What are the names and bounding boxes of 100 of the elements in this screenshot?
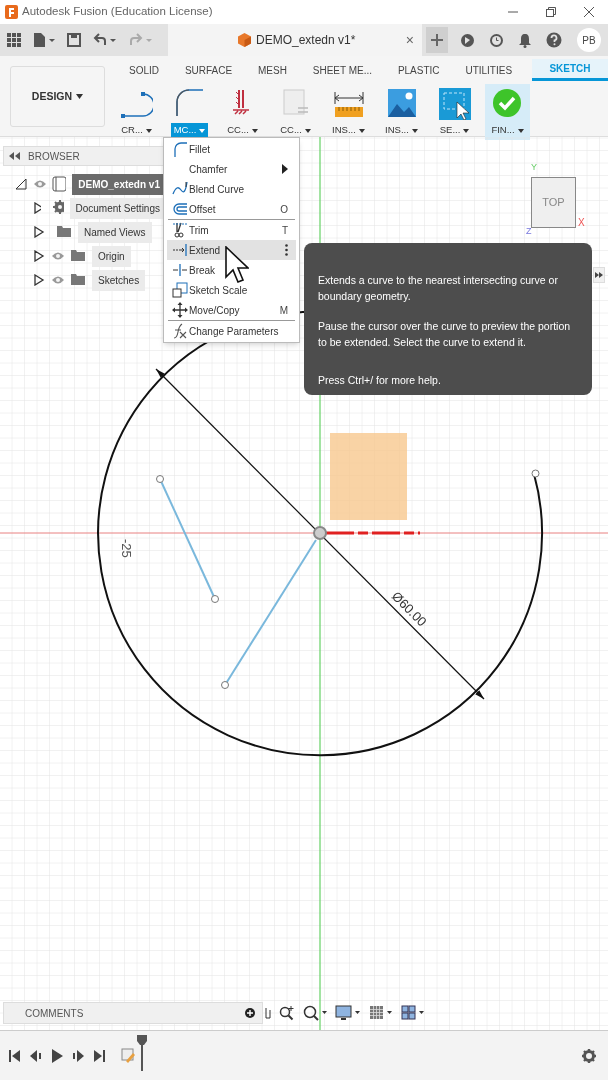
next-frame-icon[interactable]	[72, 1049, 84, 1062]
plus-icon	[431, 34, 443, 46]
offset-icon	[172, 201, 188, 217]
ribbon-tool[interactable]: CC...	[273, 84, 318, 140]
grid-icon[interactable]	[369, 1005, 393, 1021]
caret-icon	[251, 128, 258, 133]
menu-item[interactable]: Offset O	[167, 199, 296, 219]
undo-icon[interactable]	[93, 33, 117, 47]
z-axis-label: Z	[526, 225, 532, 238]
menu-item[interactable]: Fillet	[167, 139, 296, 159]
play-icon[interactable]	[51, 1048, 63, 1063]
expand-triangle-icon[interactable]	[34, 226, 45, 238]
caret-icon	[463, 128, 470, 133]
fillet-icon	[172, 141, 188, 157]
close-icon[interactable]	[583, 6, 595, 18]
document-tab[interactable]: DEMO_extedn v1* ×	[168, 24, 422, 56]
move-icon	[172, 302, 188, 318]
shortcut-text: T	[281, 223, 288, 238]
dimension-line[interactable]	[155, 368, 485, 700]
window-title: Autodesk Fusion (Education License)	[22, 4, 213, 20]
clock-icon[interactable]	[489, 32, 504, 48]
expand-triangle-icon[interactable]	[34, 274, 45, 286]
sketch-point[interactable]	[531, 469, 540, 478]
zoom-icon[interactable]	[279, 1005, 295, 1021]
tree-item-label[interactable]: Sketches	[92, 269, 146, 291]
ribbon-tab[interactable]: SHEET ME...	[306, 59, 378, 81]
restore-icon[interactable]	[545, 6, 557, 18]
new-tab-button[interactable]	[426, 27, 448, 53]
timeline-marker[interactable]	[137, 1034, 147, 1071]
folder-icon	[57, 224, 72, 240]
gear-icon	[53, 200, 64, 216]
file-icon[interactable]	[33, 32, 55, 48]
tab-close-button[interactable]: ×	[405, 33, 414, 47]
bell-icon[interactable]	[518, 32, 532, 48]
expand-triangle-icon[interactable]	[34, 250, 45, 262]
ribbon-tool[interactable]: CC...	[220, 84, 265, 140]
tool-dropdown[interactable]: CR...	[118, 123, 155, 138]
workspace-dropdown[interactable]: DESIGN	[10, 66, 105, 127]
menu-item[interactable]: Chamfer	[167, 159, 296, 179]
menu-item-label: Move/Copy	[189, 303, 240, 318]
menu-item-label: Trim	[189, 223, 209, 238]
eye-icon[interactable]	[51, 251, 65, 261]
settings-icon[interactable]	[582, 1048, 596, 1063]
expand-triangle-icon[interactable]	[34, 202, 42, 214]
tooltip-text: Pause the cursor over the curve to preview the portion to be extended. Select the curve to extend it.	[318, 319, 572, 350]
menu-item-label: Offset	[189, 202, 216, 217]
collapse-triangle-icon[interactable]	[16, 178, 27, 190]
component-icon	[51, 176, 67, 192]
save-icon[interactable]	[67, 33, 81, 47]
blend-curve-icon	[172, 181, 188, 197]
user-avatar[interactable]: PB	[577, 28, 601, 52]
tree-item-label[interactable]: Named Views	[78, 221, 152, 243]
cursor-icon	[225, 246, 249, 284]
menu-item[interactable]: Move/Copy M	[167, 300, 296, 320]
menu-item[interactable]: Extend	[167, 240, 296, 260]
collapse-icon[interactable]	[9, 152, 20, 160]
tool-dropdown[interactable]: INS...	[329, 123, 368, 138]
add-icon[interactable]	[245, 1008, 255, 1018]
tooltip-text: Press Ctrl+/ for more help.	[318, 373, 442, 388]
folder-icon	[71, 248, 86, 264]
caret-icon	[199, 128, 206, 133]
ribbon-tab[interactable]: SOLID	[123, 59, 165, 81]
dimension-text[interactable]: -25	[119, 539, 134, 558]
tooltip-text: Extends a curve to the nearest intersecting curve or boundary geometry.	[318, 273, 559, 304]
ribbon-tool[interactable]: SE...	[432, 84, 477, 140]
scissors-icon	[172, 222, 188, 238]
scale-icon	[172, 282, 188, 298]
ribbon-tool[interactable]: INS...	[379, 84, 424, 140]
eye-icon[interactable]	[32, 179, 46, 189]
ribbon-tool[interactable]: INS...	[326, 84, 371, 140]
menu-item[interactable]: Change Parameters	[167, 321, 296, 341]
ribbon-tab[interactable]: PLASTIC	[391, 59, 446, 81]
ribbon-tab[interactable]: MESH	[251, 59, 293, 81]
previous-frame-icon[interactable]	[30, 1049, 42, 1062]
app-grid-icon[interactable]	[7, 33, 21, 47]
last-frame-icon[interactable]	[93, 1049, 105, 1062]
tool-dropdown[interactable]: CC...	[277, 123, 314, 138]
comments-title: COMMENTS	[25, 1006, 84, 1021]
menu-item[interactable]: Blend Curve	[167, 179, 296, 199]
menu-item[interactable]: Sketch Scale	[167, 280, 296, 300]
ribbon-tab[interactable]: UTILITIES	[459, 59, 519, 81]
expand-icon	[595, 272, 603, 278]
ribbon-tool[interactable]: CR...	[114, 84, 159, 140]
tool-dropdown[interactable]: CC...	[224, 123, 261, 138]
display-icon[interactable]	[335, 1005, 361, 1021]
caret-icon	[304, 128, 311, 133]
tool-dropdown[interactable]: SE...	[436, 123, 473, 138]
eye-icon[interactable]	[51, 275, 65, 285]
menu-item[interactable]: Trim T	[167, 220, 296, 240]
menu-item[interactable]: Break	[167, 260, 296, 280]
ribbon-tab[interactable]: SURFACE	[178, 59, 239, 81]
help-icon[interactable]	[546, 32, 562, 48]
cube-icon	[238, 33, 251, 47]
first-frame-icon[interactable]	[9, 1049, 21, 1062]
panel-expand-button[interactable]	[593, 267, 605, 283]
viewports-icon[interactable]	[401, 1005, 425, 1021]
tool-dropdown[interactable]: INS...	[382, 123, 421, 138]
menu-item-label: Fillet	[189, 142, 211, 157]
tree-item-label[interactable]: Origin	[92, 245, 131, 267]
zoom-window-icon[interactable]	[303, 1005, 327, 1021]
